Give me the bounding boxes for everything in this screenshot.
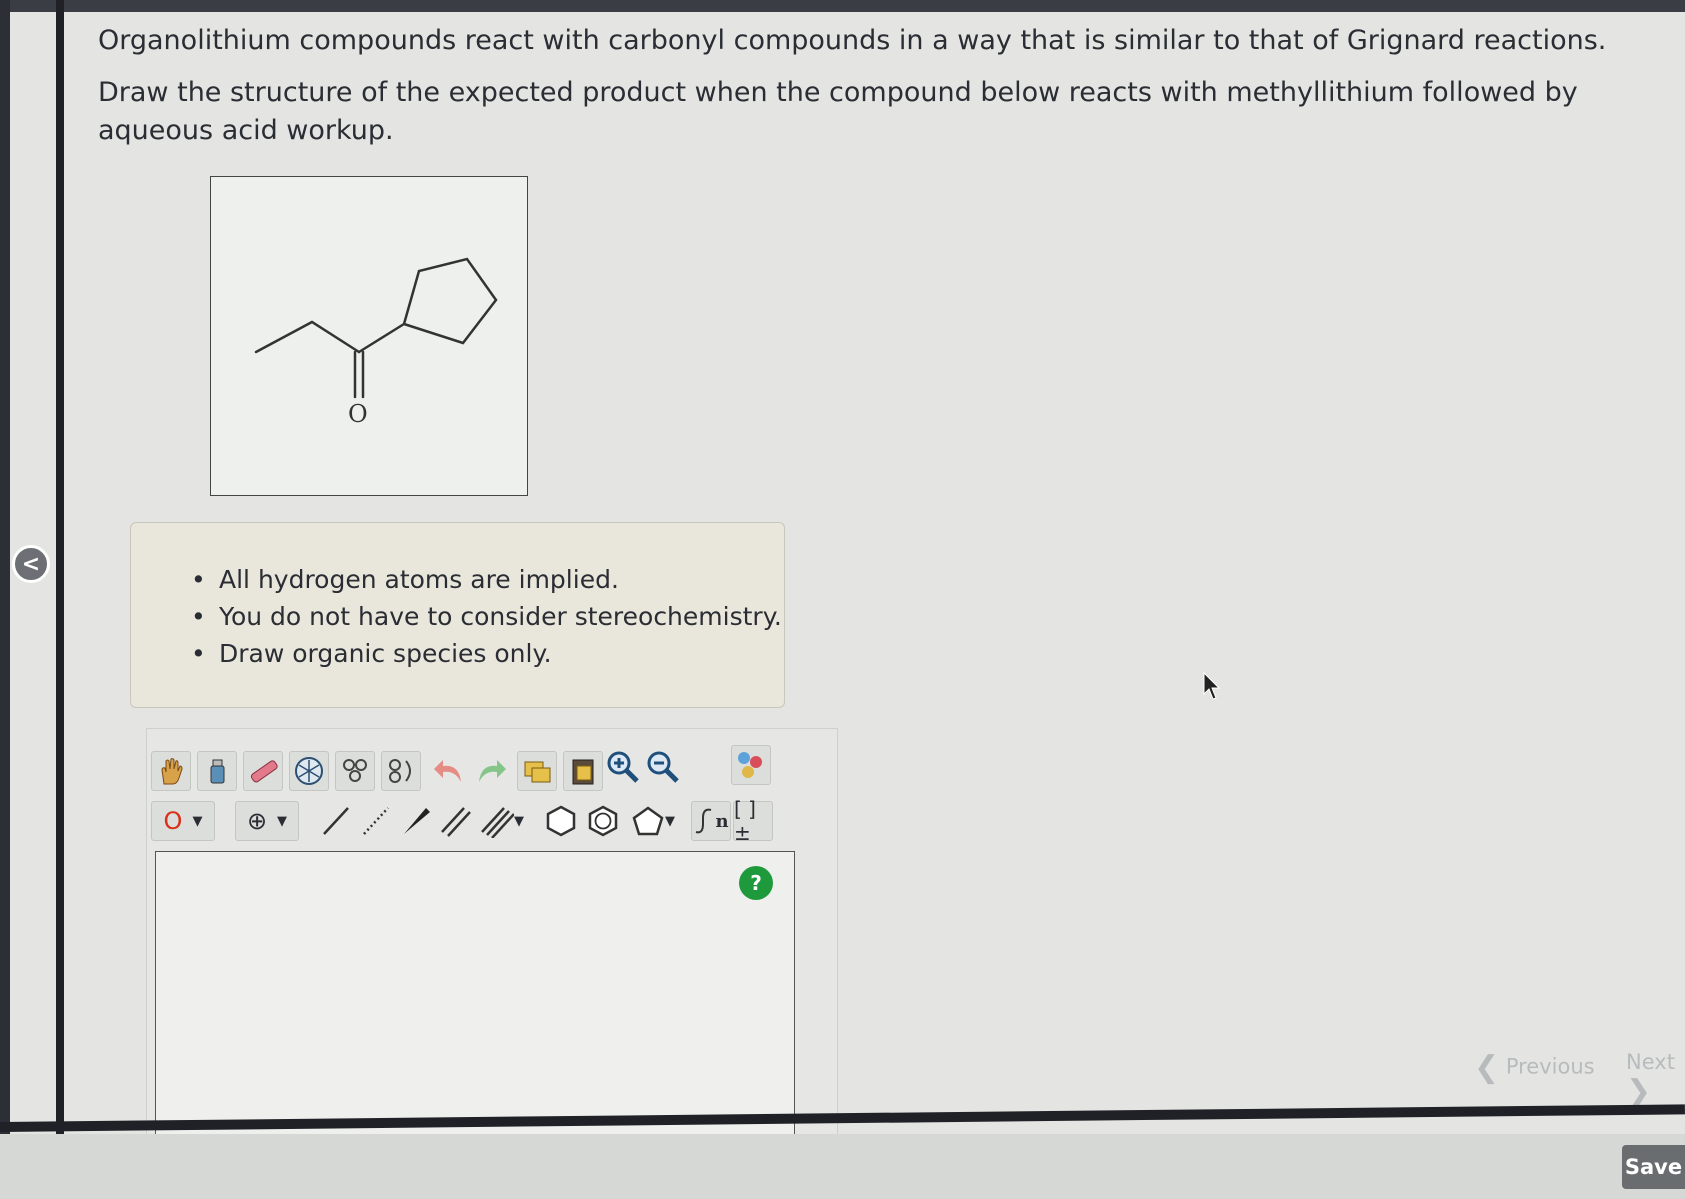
- ring-template-icon[interactable]: [289, 751, 329, 791]
- chevron-left-icon: <: [21, 551, 41, 577]
- top-bar: [0, 0, 1685, 12]
- atom-selector-dropdown[interactable]: O ▼: [151, 801, 215, 841]
- cyclohexane-icon[interactable]: [541, 801, 581, 841]
- triple-bond-icon: [481, 807, 514, 838]
- previous-button[interactable]: ❮ Previous: [1474, 1050, 1595, 1085]
- double-bond-icon[interactable]: [435, 801, 475, 841]
- structure-checker-icon[interactable]: [731, 745, 771, 785]
- copy-structure-icon[interactable]: [517, 751, 557, 791]
- save-button[interactable]: Save: [1622, 1145, 1685, 1189]
- question-line-2: Draw the structure of the expected produ…: [98, 77, 1578, 146]
- left-rail: [56, 0, 64, 1150]
- next-label: Next: [1626, 1050, 1675, 1074]
- atom-selector-label: O: [163, 807, 183, 835]
- mouse-cursor-icon: [1203, 671, 1223, 706]
- help-icon[interactable]: ?: [739, 866, 773, 900]
- charge-icon: ⊕: [246, 807, 268, 835]
- dropdown-arrow-icon: ▼: [665, 813, 675, 829]
- chevron-left-icon: ❮: [1474, 1050, 1500, 1085]
- ring-attach-bond: [357, 322, 406, 354]
- bracket-label: [ ]±: [734, 797, 756, 845]
- footer-area: [0, 1134, 1685, 1199]
- rotate-structure-icon[interactable]: [381, 751, 421, 791]
- question-line-1: Organolithium compounds react with carbo…: [98, 25, 1607, 56]
- sgroup-label: n: [715, 810, 729, 832]
- clear-bottle-icon[interactable]: [197, 751, 237, 791]
- molecule-figure: O: [210, 176, 528, 496]
- hand-tool-icon[interactable]: [151, 751, 191, 791]
- previous-label: Previous: [1505, 1054, 1595, 1079]
- dropdown-arrow-icon: ▼: [192, 813, 203, 829]
- dropdown-arrow-icon: ▼: [277, 813, 288, 829]
- redo-arrow-icon[interactable]: [471, 751, 511, 791]
- oxygen-label: O: [348, 400, 368, 428]
- zoom-in-icon[interactable]: [603, 747, 643, 787]
- cyclopentane-dropdown[interactable]: ▼: [625, 801, 681, 841]
- next-button[interactable]: Next ❯: [1626, 1050, 1685, 1109]
- benzene-icon[interactable]: [583, 801, 623, 841]
- bracket-charge-icon[interactable]: [ ]±: [733, 797, 773, 845]
- paste-structure-icon[interactable]: [563, 751, 603, 791]
- drawing-canvas[interactable]: ?: [155, 851, 795, 1141]
- single-bond-icon[interactable]: [315, 801, 355, 841]
- structure-editor: O ▼ ⊕ ▼ ▼ ▼ n [ ]± ?: [146, 728, 838, 1148]
- sgroup-icon[interactable]: n: [691, 801, 731, 841]
- cyclopentane-ring: [402, 257, 498, 345]
- eraser-icon[interactable]: [243, 751, 283, 791]
- note-item: Draw organic species only.: [191, 635, 784, 672]
- collapse-panel-button[interactable]: <: [12, 545, 50, 583]
- zoom-out-icon[interactable]: [643, 747, 683, 787]
- cleanup-structure-icon[interactable]: [335, 751, 375, 791]
- note-item: You do not have to consider stereochemis…: [191, 598, 784, 635]
- charge-dropdown[interactable]: ⊕ ▼: [235, 801, 299, 841]
- dropdown-arrow-icon: ▼: [514, 813, 524, 829]
- ethyl-chain: [254, 320, 361, 354]
- triple-bond-dropdown[interactable]: ▼: [475, 801, 529, 841]
- instructions-panel: All hydrogen atoms are implied. You do n…: [130, 522, 785, 708]
- left-edge-bar: [0, 0, 10, 1199]
- wedge-bond-icon[interactable]: [395, 801, 435, 841]
- cyclopentane-icon: [632, 806, 664, 836]
- note-item: All hydrogen atoms are implied.: [191, 561, 784, 598]
- hashed-bond-icon[interactable]: [355, 801, 395, 841]
- undo-arrow-icon[interactable]: [429, 751, 469, 791]
